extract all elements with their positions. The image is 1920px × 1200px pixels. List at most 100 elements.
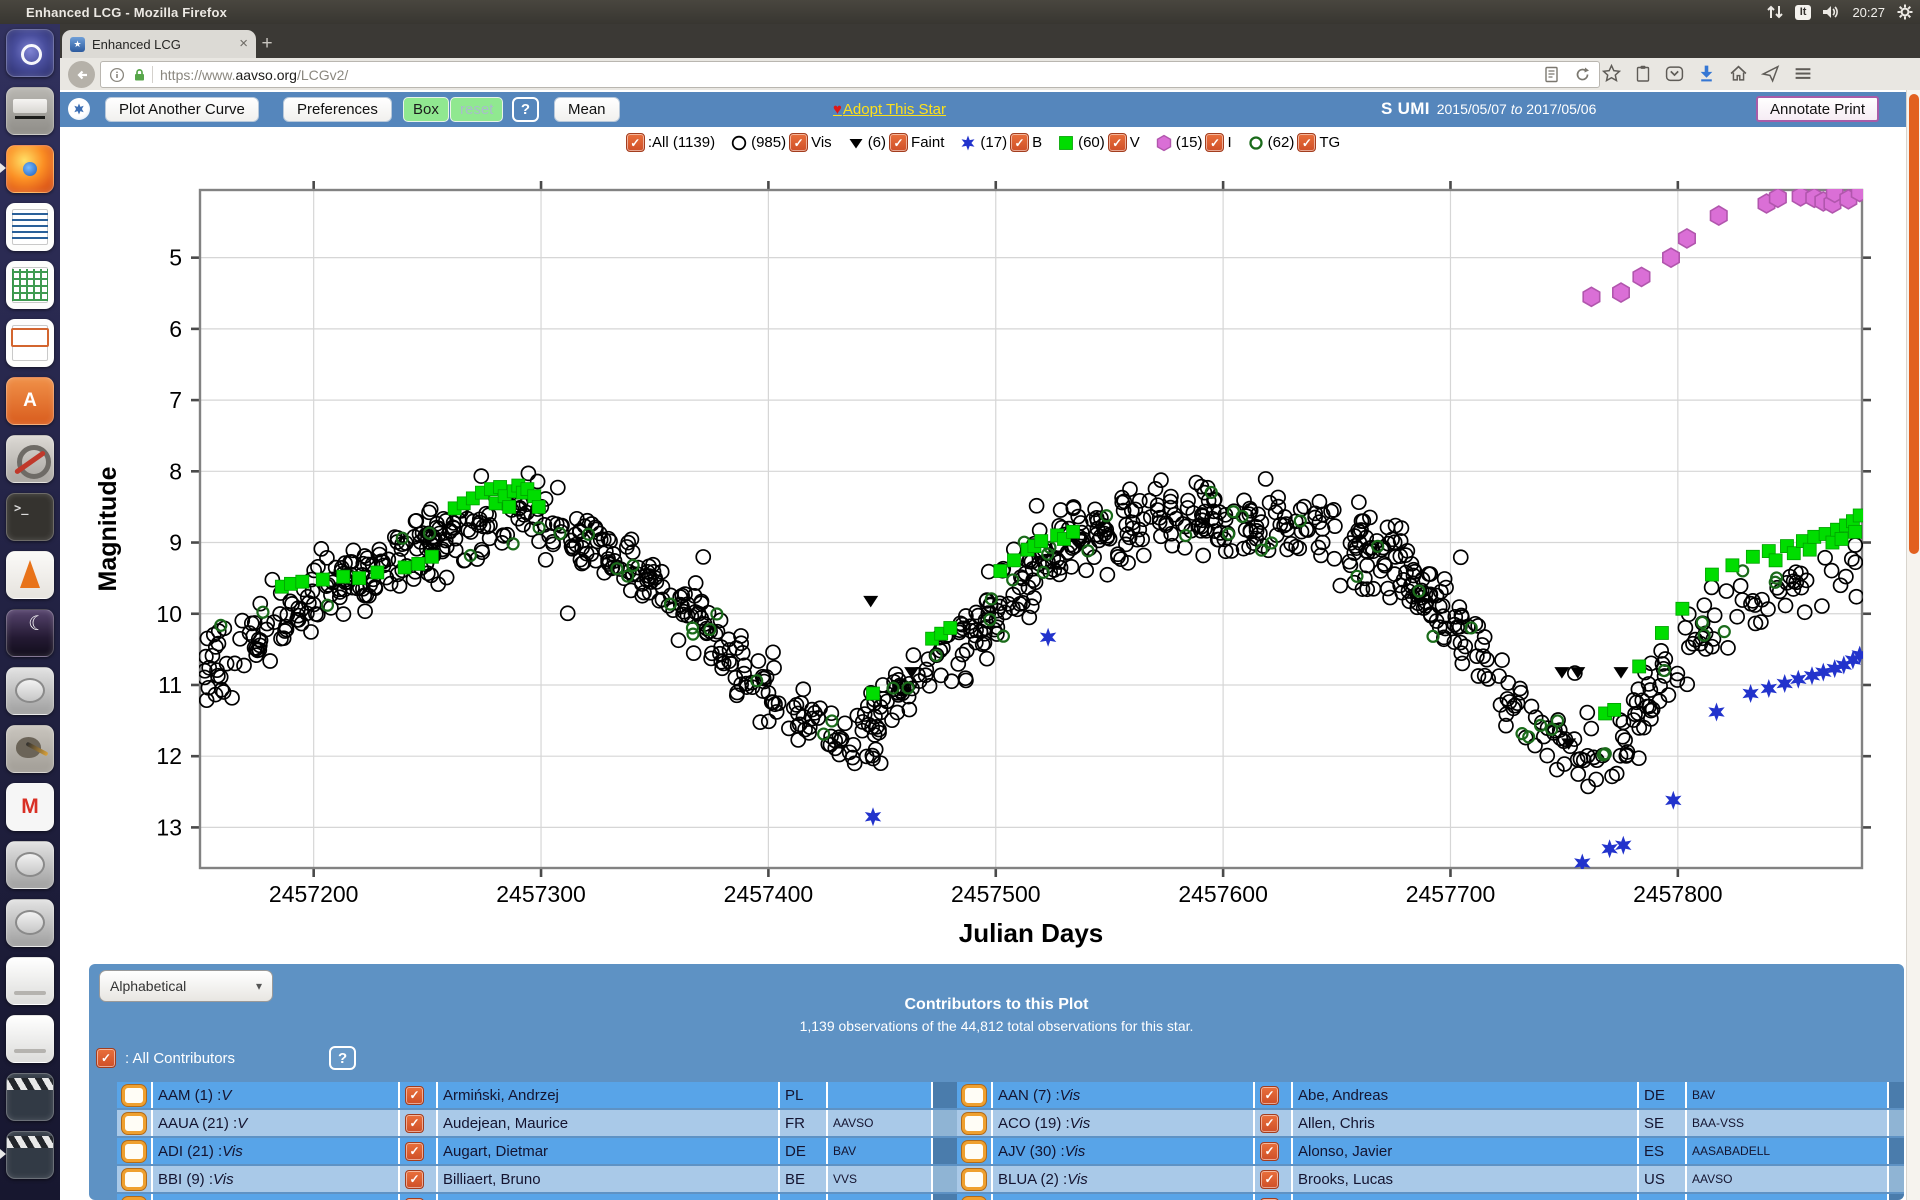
star6-marker-icon (959, 134, 977, 152)
libreoffice-calc-icon[interactable] (6, 261, 54, 309)
tab-close-icon[interactable]: × (239, 37, 248, 51)
simple-scan-icon[interactable] (6, 87, 54, 135)
contributor-right-row-3: AJV (30) : Vis✓Alonso, JavierESAASABADEL… (957, 1138, 1901, 1164)
vlc-icon[interactable] (6, 551, 54, 599)
gimp-icon[interactable] (6, 725, 54, 773)
hard-disk-1-icon[interactable] (6, 667, 54, 715)
reset-button[interactable]: reset (450, 97, 503, 122)
observer-checkbox[interactable]: ✓ (1260, 1170, 1279, 1189)
libreoffice-impress-icon[interactable] (6, 319, 54, 367)
svg-text:8: 8 (169, 458, 182, 484)
observer-checkbox[interactable]: ✓ (405, 1114, 424, 1133)
menu-icon[interactable] (1793, 64, 1813, 83)
observer-checkbox[interactable]: ✓ (1260, 1142, 1279, 1161)
row-spacer (1889, 1138, 1904, 1164)
observer-checkbox[interactable]: ✓ (1260, 1086, 1279, 1105)
scrollbar-thumb[interactable] (1909, 94, 1919, 554)
legend-item-tg: (62)✓TG (1247, 133, 1341, 152)
firefox-icon[interactable] (6, 145, 54, 193)
observer-checkbox[interactable]: ✓ (405, 1086, 424, 1105)
observer-code: BRJ (1) : Vis (993, 1194, 1253, 1200)
all-contributors-toggle: ✓ : All Contributors ? (96, 1046, 356, 1070)
keyboard-layout-indicator[interactable]: It (1795, 5, 1812, 20)
share-icon[interactable] (1761, 64, 1780, 83)
observer-org: VVS (828, 1166, 931, 1192)
row-spacer (1889, 1194, 1904, 1200)
dash-home-icon[interactable] (6, 29, 54, 77)
triangle-down-marker-icon (847, 134, 865, 152)
clipboard-icon[interactable] (1634, 64, 1652, 83)
plot-another-curve-button[interactable]: Plot Another Curve (105, 97, 259, 122)
adopt-this-star-link[interactable]: ♥Adopt This Star (833, 101, 946, 118)
tab-enhanced-lcg[interactable]: ★ Enhanced LCG × (62, 30, 256, 58)
annotate-print-button[interactable]: Annotate Print (1756, 96, 1879, 122)
mean-button[interactable]: Mean (554, 97, 620, 122)
libreoffice-writer-icon[interactable] (6, 203, 54, 251)
reload-icon[interactable] (1574, 66, 1591, 83)
observer-name: Brooks, Lucas (1293, 1166, 1637, 1192)
observer-button[interactable] (962, 1169, 986, 1190)
observer-button[interactable] (962, 1085, 986, 1106)
bookmark-star-icon[interactable] (1602, 64, 1621, 83)
home-icon[interactable] (1729, 64, 1748, 83)
stellarium-icon[interactable]: ☾ (6, 609, 54, 657)
b-checkbox[interactable]: ✓ (1010, 133, 1029, 152)
contributors-help-button[interactable]: ? (329, 1046, 356, 1070)
vis-checkbox[interactable]: ✓ (789, 133, 808, 152)
downloads-icon[interactable] (1697, 64, 1716, 83)
row-spacer (933, 1110, 959, 1136)
observer-button[interactable] (962, 1113, 986, 1134)
secure-lock-icon[interactable] (132, 67, 147, 83)
observer-button[interactable] (122, 1169, 146, 1190)
clock[interactable]: 20:27 (1852, 5, 1885, 20)
back-button[interactable] (68, 61, 95, 88)
all-contributors-label: : All Contributors (125, 1050, 235, 1067)
light-curve-chart[interactable]: 5678910111213245720024573002457400245750… (90, 158, 1905, 958)
running-indicator (0, 163, 6, 173)
v-checkbox[interactable]: ✓ (1108, 133, 1127, 152)
video-editor-1-icon[interactable] (6, 1073, 54, 1121)
tab-bar: ★ Enhanced LCG × + (60, 24, 1920, 58)
page-scrollbar[interactable] (1906, 90, 1920, 1200)
session-gear-icon[interactable] (1896, 3, 1914, 21)
observer-button[interactable] (962, 1197, 986, 1200)
i-checkbox[interactable]: ✓ (1205, 133, 1224, 152)
preferences-button[interactable]: Preferences (283, 97, 392, 122)
software-center-icon[interactable]: A (6, 377, 54, 425)
url-bar[interactable]: https://www.aavso.org/LCGv2/ (100, 61, 1600, 88)
observer-button[interactable] (122, 1197, 146, 1200)
observer-button[interactable] (122, 1113, 146, 1134)
hard-disk-2-icon[interactable] (6, 841, 54, 889)
observer-checkbox[interactable]: ✓ (1260, 1114, 1279, 1133)
observer-checkbox[interactable]: ✓ (405, 1142, 424, 1161)
network-arrows-icon[interactable] (1766, 3, 1784, 21)
observer-button[interactable] (962, 1141, 986, 1162)
new-tab-button[interactable]: + (252, 33, 282, 56)
square-marker-icon (1057, 134, 1075, 152)
tg-checkbox[interactable]: ✓ (1297, 133, 1316, 152)
observer-button[interactable] (122, 1085, 146, 1106)
observer-checkbox[interactable]: ✓ (405, 1170, 424, 1189)
all-contributors-checkbox[interactable]: ✓ (96, 1048, 116, 1068)
observer-country: FR (780, 1194, 826, 1200)
all-checkbox[interactable]: ✓ (626, 133, 645, 152)
reader-mode-icon[interactable] (1543, 66, 1560, 83)
gmail-icon[interactable]: M (6, 783, 54, 831)
box-button[interactable]: Box (403, 97, 449, 122)
volume-icon[interactable] (1822, 3, 1841, 21)
zoom-help-button[interactable]: ? (512, 97, 539, 122)
system-settings-icon[interactable] (6, 435, 54, 483)
video-editor-2-icon[interactable] (6, 1131, 54, 1179)
removable-drive-2-icon[interactable] (6, 1015, 54, 1063)
terminal-icon[interactable]: >_ (6, 493, 54, 541)
url-path: /LCGv2/ (297, 67, 348, 83)
system-tray[interactable]: It 20:27 (1766, 0, 1914, 24)
hard-disk-3-icon[interactable] (6, 899, 54, 947)
pocket-icon[interactable] (1665, 64, 1684, 83)
observer-button[interactable] (122, 1141, 146, 1162)
svg-text:2457600: 2457600 (1178, 881, 1268, 907)
removable-drive-1-icon[interactable] (6, 957, 54, 1005)
faint-checkbox[interactable]: ✓ (889, 133, 908, 152)
page-info-icon[interactable] (109, 67, 125, 83)
svg-text:13: 13 (156, 814, 182, 840)
